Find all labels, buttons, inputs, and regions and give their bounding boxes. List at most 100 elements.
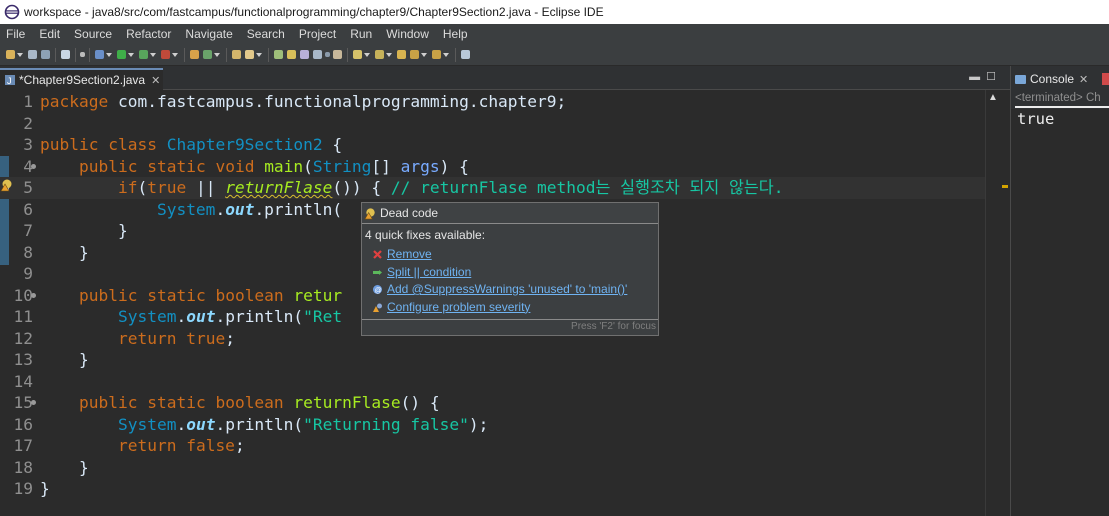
warning-ruler-mark[interactable]: [1002, 185, 1008, 188]
scroll-up-icon[interactable]: ▲: [988, 92, 998, 103]
block-selection-icon[interactable]: [300, 50, 309, 59]
code-line[interactable]: 17 return false;: [0, 435, 990, 457]
coverage-icon[interactable]: [139, 50, 148, 59]
fold-toggle-icon[interactable]: [31, 400, 36, 405]
editor-tab[interactable]: J *Chapter9Section2.java ✕: [0, 68, 163, 90]
code-token: public: [78, 285, 138, 305]
quick-fix-split-condition[interactable]: Split || condition: [362, 264, 658, 282]
fold-toggle-icon[interactable]: [31, 292, 36, 298]
quick-fix-label[interactable]: Add @SuppressWarnings 'unused' to 'main(…: [387, 281, 627, 299]
code-line[interactable]: 3 public class Chapter9Section2 {: [0, 134, 990, 156]
console-view: Console ✕ <terminated> Ch true: [1010, 66, 1109, 516]
window-title: workspace - java8/src/com/fastcampus/fun…: [24, 5, 604, 19]
close-icon[interactable]: ✕: [151, 74, 160, 87]
open-type-icon[interactable]: [232, 50, 241, 59]
quick-fix-header: 4 quick fixes available:: [365, 228, 486, 242]
toolbar-separator: [75, 47, 76, 62]
line-number: 9: [23, 264, 33, 283]
show-toolbar-icon[interactable]: [333, 50, 342, 59]
menu-search[interactable]: Search: [241, 24, 293, 44]
menu-help[interactable]: Help: [437, 24, 476, 44]
next-annotation-dropdown-icon[interactable]: [364, 52, 370, 57]
menu-edit[interactable]: Edit: [33, 24, 68, 44]
close-icon[interactable]: ✕: [1079, 73, 1088, 86]
back-dropdown-icon[interactable]: [421, 52, 427, 57]
console-output-area[interactable]: true: [1011, 109, 1109, 516]
search-tool-icon[interactable]: [245, 50, 254, 59]
debug-icon[interactable]: [95, 50, 104, 59]
back-icon[interactable]: [410, 50, 419, 59]
save-all-icon[interactable]: [41, 50, 50, 59]
new-package-icon[interactable]: [203, 50, 212, 59]
last-edit-icon[interactable]: [397, 50, 406, 59]
code-text: }: [40, 349, 89, 371]
quick-fix-configure-severity[interactable]: Configure problem severity: [362, 299, 658, 317]
code-line[interactable]: 4 public static void main(String[] args)…: [0, 156, 990, 178]
open-perspective-icon[interactable]: [461, 50, 470, 59]
new-class-dropdown-icon[interactable]: [214, 52, 220, 57]
code-line[interactable]: 18 }: [0, 457, 990, 479]
menu-source[interactable]: Source: [68, 24, 120, 44]
popup-footer-hint: Press 'F2' for focus: [362, 319, 658, 335]
run-dropdown-icon[interactable]: [128, 52, 134, 57]
run-icon[interactable]: [117, 50, 126, 59]
warning-lightbulb-icon[interactable]: [0, 178, 14, 192]
quick-fix-remove[interactable]: Remove: [362, 246, 658, 264]
menu-refactor[interactable]: Refactor: [120, 24, 179, 44]
code-text: }: [40, 478, 50, 500]
new-file-icon[interactable]: [6, 50, 15, 59]
next-annotation-icon[interactable]: [353, 50, 362, 59]
forward-icon[interactable]: [432, 50, 441, 59]
problems-tab-icon[interactable]: [1102, 73, 1109, 85]
code-line[interactable]: 13 }: [0, 349, 990, 371]
fold-toggle-icon[interactable]: [31, 163, 36, 169]
new-java-project-icon[interactable]: [190, 50, 199, 59]
external-tools-icon[interactable]: [161, 50, 170, 59]
maximize-icon[interactable]: ☐: [986, 71, 1002, 83]
code-line[interactable]: 19}: [0, 478, 990, 500]
code-token: retur: [293, 285, 343, 305]
menu-file[interactable]: File: [0, 24, 33, 44]
highlight-icon[interactable]: [287, 50, 296, 59]
coverage-dropdown-icon[interactable]: [150, 52, 156, 57]
overview-ruler[interactable]: ▲: [985, 90, 1010, 516]
new-dropdown-icon[interactable]: [17, 52, 23, 57]
save-icon[interactable]: [28, 50, 37, 59]
previous-annotation-icon[interactable]: [375, 50, 384, 59]
quick-fix-label[interactable]: Remove: [387, 246, 432, 264]
code-token: .println(: [215, 307, 304, 326]
menu-window[interactable]: Window: [380, 24, 437, 44]
code-token: String: [312, 156, 372, 176]
open-console-icon[interactable]: [61, 50, 70, 59]
minimize-icon[interactable]: ▬: [969, 71, 986, 83]
code-line[interactable]: 14: [0, 371, 990, 393]
menu-navigate[interactable]: Navigate: [179, 24, 240, 44]
eclipse-logo-icon: [4, 4, 20, 20]
quick-fix-suppress-warnings[interactable]: @ Add @SuppressWarnings 'unused' to 'mai…: [362, 281, 658, 299]
toggle-mark-occurrences-icon[interactable]: [274, 50, 283, 59]
code-text: public static boolean returnFlase() {: [40, 392, 440, 414]
menu-project[interactable]: Project: [293, 24, 344, 44]
skip-breakpoints-icon[interactable]: [80, 52, 85, 57]
debug-dropdown-icon[interactable]: [106, 52, 112, 57]
previous-annotation-dropdown-icon[interactable]: [386, 52, 392, 57]
show-whitespace-icon[interactable]: [325, 52, 330, 57]
external-tools-dropdown-icon[interactable]: [172, 52, 178, 57]
code-token: () {: [400, 393, 440, 412]
menu-run[interactable]: Run: [344, 24, 380, 44]
search-dropdown-icon[interactable]: [256, 52, 262, 57]
console-tab[interactable]: Console ✕: [1015, 68, 1105, 90]
code-token: return: [117, 436, 177, 455]
quick-fix-label[interactable]: Configure problem severity: [387, 299, 530, 317]
code-line[interactable]: 5 if(true || returnFlase()) { // returnF…: [0, 177, 990, 199]
word-wrap-icon[interactable]: [313, 50, 322, 59]
code-line[interactable]: 1 package com.fastcampus.functionalprogra…: [0, 91, 990, 113]
code-line[interactable]: 16 System.out.println("Returning false")…: [0, 414, 990, 436]
quick-fix-label[interactable]: Split || condition: [387, 264, 471, 282]
forward-dropdown-icon[interactable]: [443, 52, 449, 57]
code-line[interactable]: 15 public static boolean returnFlase() {: [0, 392, 990, 414]
code-line[interactable]: 2: [0, 113, 990, 135]
